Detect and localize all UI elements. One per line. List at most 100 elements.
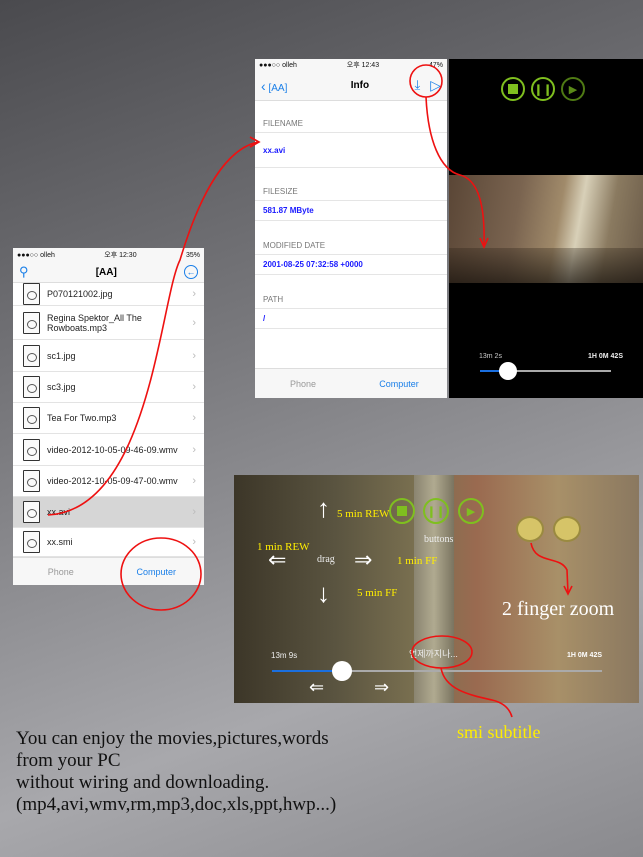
video-file-icon [23, 501, 40, 523]
audio-file-icon [23, 407, 40, 429]
video-frame[interactable] [449, 175, 643, 283]
chevron-right-icon: › [192, 506, 196, 518]
elapsed-time: 13m 9s [271, 651, 298, 660]
file-list-item[interactable]: video-2012-10-05-09-46-09.wmv › [13, 434, 204, 466]
file-list-item[interactable]: xx.smi › [13, 528, 204, 557]
carrier: ●●●○○ olleh [17, 251, 55, 259]
file-name: Tea For Two.mp3 [47, 413, 117, 423]
arrow-left-icon: ⇐ [309, 677, 325, 697]
carrier: ●●●○○ olleh [259, 61, 297, 69]
stop-button[interactable] [389, 498, 415, 524]
label-2-finger-zoom: 2 finger zoom [502, 598, 615, 620]
chevron-right-icon: › [192, 349, 196, 362]
play-icon: ▶ [466, 505, 476, 518]
file-list-item[interactable]: sc3.jpg › [13, 372, 204, 403]
seek-slider[interactable] [272, 661, 602, 681]
file-name: video-2012-10-05-09-47-00.wmv [47, 476, 178, 486]
transfer-icon[interactable]: ⚲ [19, 264, 29, 280]
chevron-right-icon: › [192, 443, 196, 456]
back-circle-icon[interactable]: ← [183, 265, 198, 279]
file-name: xx.smi [47, 537, 73, 547]
chevron-right-icon: › [192, 381, 196, 393]
page-title: Info [350, 80, 370, 91]
label-5min-ff: 5 min FF [357, 587, 398, 599]
tab-bar: Phone Computer [13, 557, 204, 585]
chevron-right-icon: › [192, 316, 196, 329]
label-drag: drag [317, 554, 335, 565]
download-icon[interactable]: ⤓ [414, 77, 420, 94]
elapsed-time: 13m 2s [479, 353, 502, 360]
play-icon[interactable]: ▷ [430, 77, 441, 94]
video-player-portrait: ❙❙ ▶ 13m 2s 1H 0M 42S [449, 59, 643, 398]
status-bar: ●●●○○ olleh 오후 12:30 35% [13, 248, 204, 262]
file-list-item[interactable]: sc1.jpg › [13, 340, 204, 372]
file-list-item[interactable]: P070121002.jpg › [13, 283, 204, 306]
page-title: [AA] [95, 266, 117, 278]
arrow-up-icon: ↑ [317, 493, 330, 523]
arrow-right-icon: ⇒ [374, 677, 390, 697]
audio-file-icon [23, 311, 40, 334]
video-file-icon [23, 470, 40, 492]
pause-button[interactable]: ❙❙ [423, 498, 449, 524]
path-label: PATH [255, 275, 447, 309]
total-time: 1H 0M 42S [587, 353, 623, 360]
document-file-icon [23, 531, 40, 553]
finger-circle-left [516, 516, 544, 542]
file-list-item[interactable]: video-2012-10-05-09-47-00.wmv › [13, 466, 204, 497]
play-button[interactable]: ▶ [458, 498, 484, 524]
play-icon: ▶ [568, 83, 578, 96]
back-label: [AA] [268, 82, 288, 94]
file-name: xx.avi [47, 507, 71, 517]
file-list-item[interactable]: xx.avi › [13, 497, 204, 528]
pause-icon: ❙❙ [533, 83, 553, 96]
tab-computer[interactable]: Computer [351, 379, 447, 389]
finger-circle-right [553, 516, 581, 542]
caption-line: from your PC [16, 750, 121, 771]
tab-computer[interactable]: Computer [109, 567, 205, 577]
tab-phone[interactable]: Phone [13, 567, 109, 577]
chevron-right-icon: › [192, 288, 196, 300]
total-time: 1H 0M 42S [567, 652, 603, 659]
chevron-right-icon: › [192, 475, 196, 487]
battery: 47% [428, 61, 443, 69]
chevron-left-icon: ‹ [261, 77, 266, 94]
play-button[interactable]: ▶ [561, 77, 585, 101]
file-list-item[interactable]: Regina Spektor_All The Rowboats.mp3 › [13, 306, 204, 340]
filename-value: xx.avi [255, 133, 447, 168]
caption-line: without wiring and downloading. [16, 772, 270, 793]
battery: 35% [185, 251, 200, 259]
file-list-screen: ●●●○○ olleh 오후 12:30 35% ⚲ [AA] ← P0701210… [13, 248, 204, 585]
time: 오후 12:30 [104, 252, 137, 259]
caption-line: You can enjoy the movies,pictures,words [16, 728, 329, 749]
image-file-icon [23, 376, 40, 398]
tab-phone[interactable]: Phone [255, 379, 351, 389]
filesize-value: 581.87 MByte [255, 201, 447, 221]
arrow-right-icon: ⇒ [354, 547, 373, 572]
file-name: sc1.jpg [47, 350, 76, 361]
label-smi-subtitle: smi subtitle [457, 722, 541, 742]
filename-label: FILENAME [255, 101, 447, 133]
label-1min-rew: 1 min REW [257, 541, 310, 553]
subtitle-text: 언제까지나... [409, 649, 458, 659]
chevron-right-icon: › [192, 412, 196, 424]
file-name: P070121002.jpg [47, 289, 113, 299]
file-list-item[interactable]: Tea For Two.mp3 › [13, 403, 204, 434]
time: 오후 12:43 [346, 62, 380, 69]
pause-button[interactable]: ❙❙ [531, 77, 555, 101]
stop-icon [508, 84, 518, 94]
modified-value: 2001-08-25 07:32:58 +0000 [255, 255, 447, 275]
file-name: video-2012-10-05-09-46-09.wmv [47, 444, 178, 455]
pause-icon: ❙❙ [426, 505, 446, 518]
video-player-landscape[interactable]: ❙❙ ▶ ↑ ↓ ⇐ ⇒ 5 min REW 1 min REW 1 min F… [234, 475, 639, 703]
path-value: / [255, 309, 447, 329]
filesize-label: FILESIZE [255, 168, 447, 201]
stop-button[interactable] [501, 77, 525, 101]
back-button[interactable]: ‹ [AA] [261, 78, 287, 94]
seek-knob[interactable] [498, 362, 517, 380]
file-name: Regina Spektor_All The Rowboats.mp3 [47, 312, 142, 333]
seek-slider[interactable] [480, 362, 611, 380]
promo-caption: You can enjoy the movies,pictures,words f… [16, 728, 336, 816]
seek-knob[interactable] [332, 661, 353, 681]
arrow-down-icon: ↓ [317, 578, 330, 608]
tab-bar: Phone Computer [255, 368, 447, 398]
